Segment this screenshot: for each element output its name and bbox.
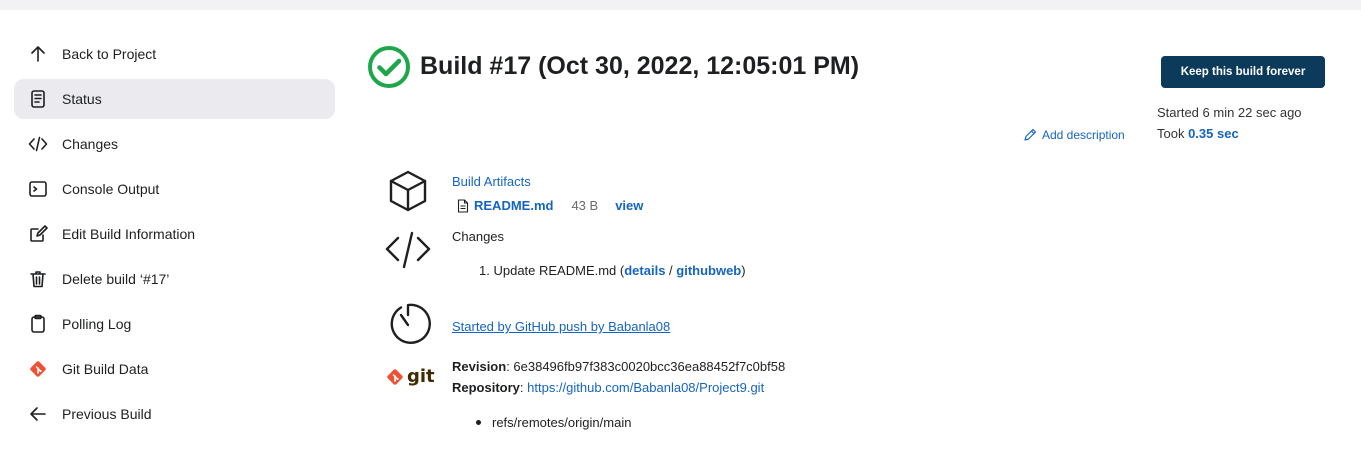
change-message: Update README.md ( (493, 263, 625, 278)
sidebar-item-back-to-project[interactable]: Back to Project (14, 34, 335, 74)
git-logo-text: git (407, 366, 435, 387)
git-icon (28, 359, 48, 379)
add-description-link[interactable]: Add description (1023, 128, 1125, 142)
trigger-cause-link[interactable]: Started by GitHub push by Babanla08 (452, 319, 670, 334)
sidebar-item-label: Delete build ‘#17’ (62, 271, 170, 287)
sidebar-item-label: Changes (62, 136, 119, 152)
git-revision: Revision: 6e38496fb97f383c0020bcc36ea884… (452, 359, 785, 374)
bullet (476, 420, 481, 425)
code-icon (385, 227, 431, 273)
artifact-row: README.md 43 B view (457, 198, 643, 213)
sidebar-item-previous-build[interactable]: Previous Build (14, 394, 335, 434)
sidebar-item-label: Git Build Data (62, 361, 149, 377)
add-description-label: Add description (1042, 128, 1125, 142)
trash-icon (28, 269, 48, 289)
sidebar-item-changes[interactable]: Changes (14, 124, 335, 164)
change-list-item: 1. Update README.md (details / githubweb… (479, 263, 746, 278)
git-logo: git (385, 367, 435, 387)
pencil-icon (1024, 128, 1037, 141)
sidebar-item-label: Edit Build Information (62, 226, 196, 242)
sidebar-item-git-build-data[interactable]: Git Build Data (14, 349, 335, 389)
timer-icon (385, 301, 431, 347)
sidebar-item-edit-build-information[interactable]: Edit Build Information (14, 214, 335, 254)
artifact-file-size: 43 B (571, 198, 599, 213)
repository-url-link[interactable]: https://github.com/Babanla08/Project9.gi… (527, 380, 764, 395)
ref-list-item: refs/remotes/origin/main (476, 415, 631, 430)
git-diamond-icon (387, 369, 403, 385)
page-title: Build #17 (Oct 30, 2022, 12:05:01 PM) (420, 52, 860, 80)
duration-label: Took (1157, 126, 1189, 141)
change-githubweb-link[interactable]: githubweb (676, 263, 741, 278)
package-icon (385, 168, 431, 214)
revision-value: : 6e38496fb97f383c0020bcc36ea88452f7c0bf… (506, 359, 786, 374)
file-icon (457, 198, 469, 213)
change-separator: / (665, 263, 677, 278)
revision-label: Revision (452, 359, 507, 374)
keep-build-forever-button[interactable]: Keep this build forever (1161, 56, 1325, 88)
artifact-view-link[interactable]: view (615, 198, 643, 213)
sidebar-item-label: Console Output (62, 181, 160, 197)
sidebar-item-status[interactable]: Status (14, 79, 335, 119)
arrow-left-icon (28, 404, 48, 424)
success-check-icon (367, 45, 411, 89)
top-bar (0, 0, 1361, 10)
ref-name: refs/remotes/origin/main (492, 415, 632, 430)
repository-label: Repository (452, 380, 520, 395)
sidebar-item-polling-log[interactable]: Polling Log (14, 304, 335, 344)
build-artifacts-link[interactable]: Build Artifacts (452, 174, 531, 189)
code-icon (28, 134, 48, 154)
terminal-icon (28, 179, 48, 199)
sidebar-item-delete-build[interactable]: Delete build ‘#17’ (14, 259, 335, 299)
changes-title: Changes (452, 229, 505, 244)
arrow-up-icon (28, 44, 48, 64)
git-repository: Repository: https://github.com/Babanla08… (452, 380, 764, 395)
sidebar-item-label: Back to Project (62, 46, 157, 62)
sidebar: Back to Project Status Changes Console O… (14, 34, 335, 439)
change-details-link[interactable]: details (624, 263, 665, 278)
build-started-time: Started 6 min 22 sec ago (1157, 105, 1302, 120)
build-duration: Took 0.35 sec (1157, 126, 1239, 141)
document-icon (28, 89, 48, 109)
duration-link[interactable]: 0.35 sec (1188, 126, 1239, 141)
change-number: 1. (479, 263, 490, 278)
sidebar-item-label: Previous Build (62, 406, 152, 422)
clipboard-icon (28, 314, 48, 334)
sidebar-item-label: Status (62, 91, 102, 107)
sidebar-item-label: Polling Log (62, 316, 132, 332)
sidebar-item-console-output[interactable]: Console Output (14, 169, 335, 209)
change-close-paren: ) (741, 263, 746, 278)
edit-icon (28, 224, 48, 244)
artifact-file-link[interactable]: README.md (474, 198, 553, 213)
